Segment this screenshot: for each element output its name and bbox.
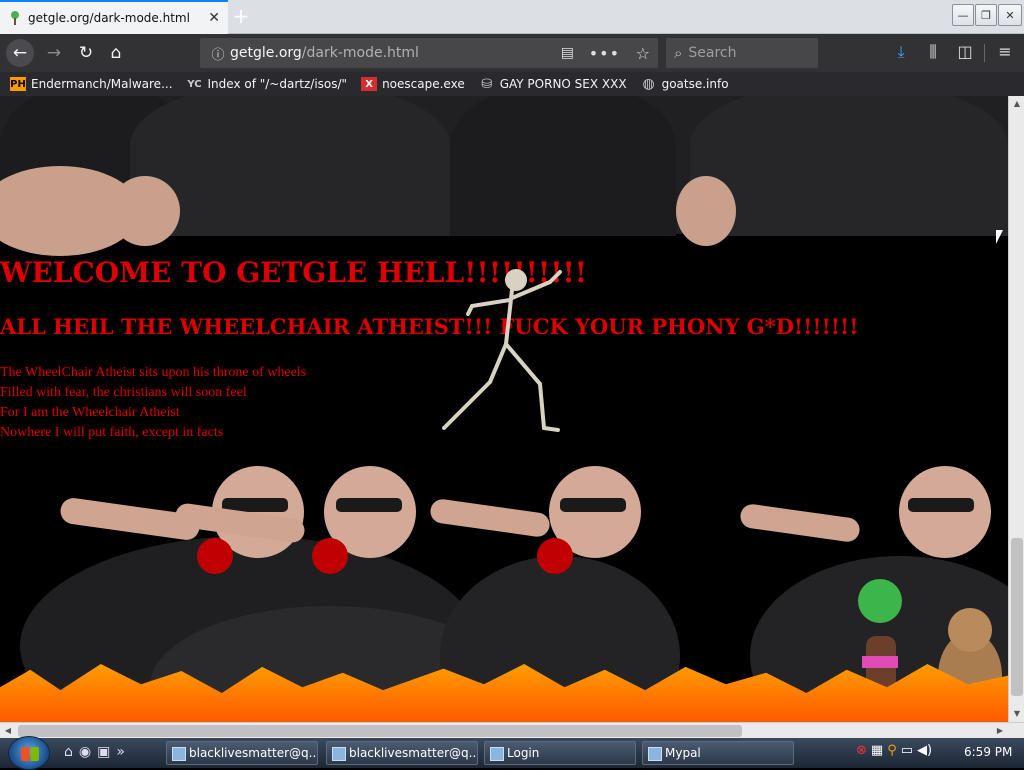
reload-icon: ↻ <box>78 43 94 63</box>
url-path: /dark-mode.html <box>301 45 419 61</box>
image-detail <box>676 176 736 246</box>
disk-icon: ⛁ <box>481 76 493 92</box>
browser-chrome: getgle.org/dark-mode.html ✕ + — ❐ ✕ ← → … <box>0 0 1024 96</box>
volume-icon[interactable]: ◀) <box>917 743 932 758</box>
image-tile <box>690 96 1008 236</box>
banner-image <box>0 96 1008 256</box>
bookmark-item[interactable]: ⛁ GAY PORNO SEX XXX <box>479 76 627 92</box>
poem: The WheelChair Atheist sits upon his thr… <box>0 363 306 443</box>
window-controls: — ❐ ✕ <box>952 4 1022 26</box>
globe-icon: ◍ <box>642 76 655 92</box>
tree-icon <box>10 11 20 25</box>
bookmark-label: Index of "/~dartz/isos/" <box>207 77 348 91</box>
arrow-left-icon: ← <box>12 43 28 63</box>
poem-line: For I am the Wheelchair Atheist <box>0 405 180 420</box>
scroll-down-icon[interactable]: ▼ <box>1009 706 1024 722</box>
tab-active[interactable]: getgle.org/dark-mode.html ✕ <box>0 0 228 34</box>
back-button[interactable]: ← <box>6 39 34 67</box>
bookmarks-toolbar: PH Endermanch/Malware... YC Index of "/~da… <box>0 72 1024 96</box>
search-input[interactable]: ⌕ Search <box>666 38 818 68</box>
bookmark-item[interactable]: ◍ goatse.info <box>641 76 729 92</box>
page-actions-icon[interactable]: ••• <box>589 44 620 63</box>
more-icon[interactable]: » <box>116 744 125 760</box>
tab-bar: getgle.org/dark-mode.html ✕ + — ❐ ✕ <box>0 0 1024 34</box>
windows-logo-icon <box>21 747 39 761</box>
poem-line: Filled with fear, the christians will so… <box>0 385 247 400</box>
toolbar-divider <box>984 44 985 62</box>
explorer-icon[interactable]: ⌂ <box>64 744 73 760</box>
reload-button[interactable]: ↻ <box>72 39 100 67</box>
desktop-icon[interactable]: ▣ <box>97 744 110 760</box>
bookmark-label: GAY PORNO SEX XXX <box>499 77 627 91</box>
dancing-skeleton-image <box>442 269 562 432</box>
x-icon: X <box>361 77 378 91</box>
taskbar-item[interactable]: Mypal <box>642 741 794 765</box>
bookmark-item[interactable]: PH Endermanch/Malware... <box>10 77 173 91</box>
security-icon[interactable]: ⊗ <box>856 743 867 758</box>
forward-button[interactable]: → <box>40 39 68 67</box>
reader-view-icon[interactable]: ▤ <box>561 45 574 61</box>
quick-launch: ⌂ ◉ ▣ » <box>64 744 125 760</box>
scroll-thumb[interactable] <box>1011 538 1023 696</box>
url-bar[interactable]: ⓘ getgle.org/dark-mode.html ▤ ••• ☆ <box>200 38 658 68</box>
home-button[interactable]: ⌂ <box>102 39 130 67</box>
taskbar-item[interactable]: Login <box>484 741 636 765</box>
info-icon[interactable]: ⓘ <box>206 44 230 63</box>
taskbar-item[interactable]: blacklivesmatter@q... <box>326 741 478 765</box>
tab-close-icon[interactable]: ✕ <box>208 10 220 26</box>
bookmark-label: Endermanch/Malware... <box>31 77 173 91</box>
hamburger-menu-icon[interactable]: ≡ <box>994 42 1016 64</box>
browser-icon[interactable]: ◉ <box>79 744 91 760</box>
network-icon[interactable]: ▦ <box>871 743 883 758</box>
url-host: getgle.org <box>230 45 302 61</box>
search-icon: ⌕ <box>674 44 683 62</box>
mouse-cursor-icon <box>996 230 1003 244</box>
system-tray: ⊗ ▦ ⚲ ▭ ◀) <box>856 743 932 758</box>
scroll-left-icon[interactable]: ◀ <box>0 723 16 739</box>
display-icon[interactable]: ▭ <box>901 743 913 758</box>
navigation-toolbar: ← → ↻ ⌂ ⓘ getgle.org/dark-mode.html ▤ ••… <box>0 34 1024 72</box>
new-tab-button[interactable]: + <box>230 6 252 28</box>
horizontal-scrollbar[interactable]: ◀ ▶ <box>0 722 1024 738</box>
maximize-button[interactable]: ❐ <box>975 4 997 26</box>
bookmark-item[interactable]: YC Index of "/~dartz/isos/" <box>187 77 348 91</box>
yc-icon: YC <box>187 78 202 90</box>
clock[interactable]: 6:59 PM <box>964 745 1012 759</box>
close-window-button[interactable]: ✕ <box>998 4 1022 26</box>
vertical-scrollbar[interactable]: ▲ ▼ <box>1008 96 1024 722</box>
home-icon: ⌂ <box>110 43 122 63</box>
scroll-right-icon[interactable]: ▶ <box>992 723 1008 739</box>
scroll-thumb[interactable] <box>18 725 742 737</box>
arrow-right-icon: → <box>46 43 62 63</box>
scroll-up-icon[interactable]: ▲ <box>1009 96 1024 112</box>
bookmark-item[interactable]: Xnoescape.exe <box>361 77 465 91</box>
web-page-content: WELCOME TO GETGLE HELL!!!!!!!!!! ALL HEI… <box>0 96 1008 722</box>
minimize-button[interactable]: — <box>952 4 974 26</box>
tab-title: getgle.org/dark-mode.html <box>28 11 190 25</box>
image-tile <box>450 96 676 236</box>
start-button[interactable] <box>8 736 50 770</box>
poem-line: Nowhere I will put faith, except in fact… <box>0 425 224 440</box>
image-detail <box>110 176 180 246</box>
search-placeholder: Search <box>688 45 737 61</box>
download-icon[interactable]: ⤓ <box>890 42 912 64</box>
taskbar-item[interactable]: blacklivesmatter@q... <box>166 741 318 765</box>
bookmark-label: goatse.info <box>661 77 729 91</box>
ph-icon: PH <box>10 77 26 91</box>
bookmark-star-icon[interactable]: ☆ <box>636 44 650 63</box>
bookmark-label: noescape.exe <box>382 77 465 91</box>
search-tray-icon[interactable]: ⚲ <box>887 743 897 758</box>
page-subheading: ALL HEIL THE WHEELCHAIR ATHEIST!!! FUCK … <box>0 314 859 339</box>
poem-line: The WheelChair Atheist sits upon his thr… <box>0 365 307 380</box>
taskbar: ⌂ ◉ ▣ » blacklivesmatter@q... blacklives… <box>0 736 1024 770</box>
sidebar-icon[interactable]: ◫ <box>954 42 976 64</box>
library-icon[interactable]: ⫼ <box>922 42 944 64</box>
